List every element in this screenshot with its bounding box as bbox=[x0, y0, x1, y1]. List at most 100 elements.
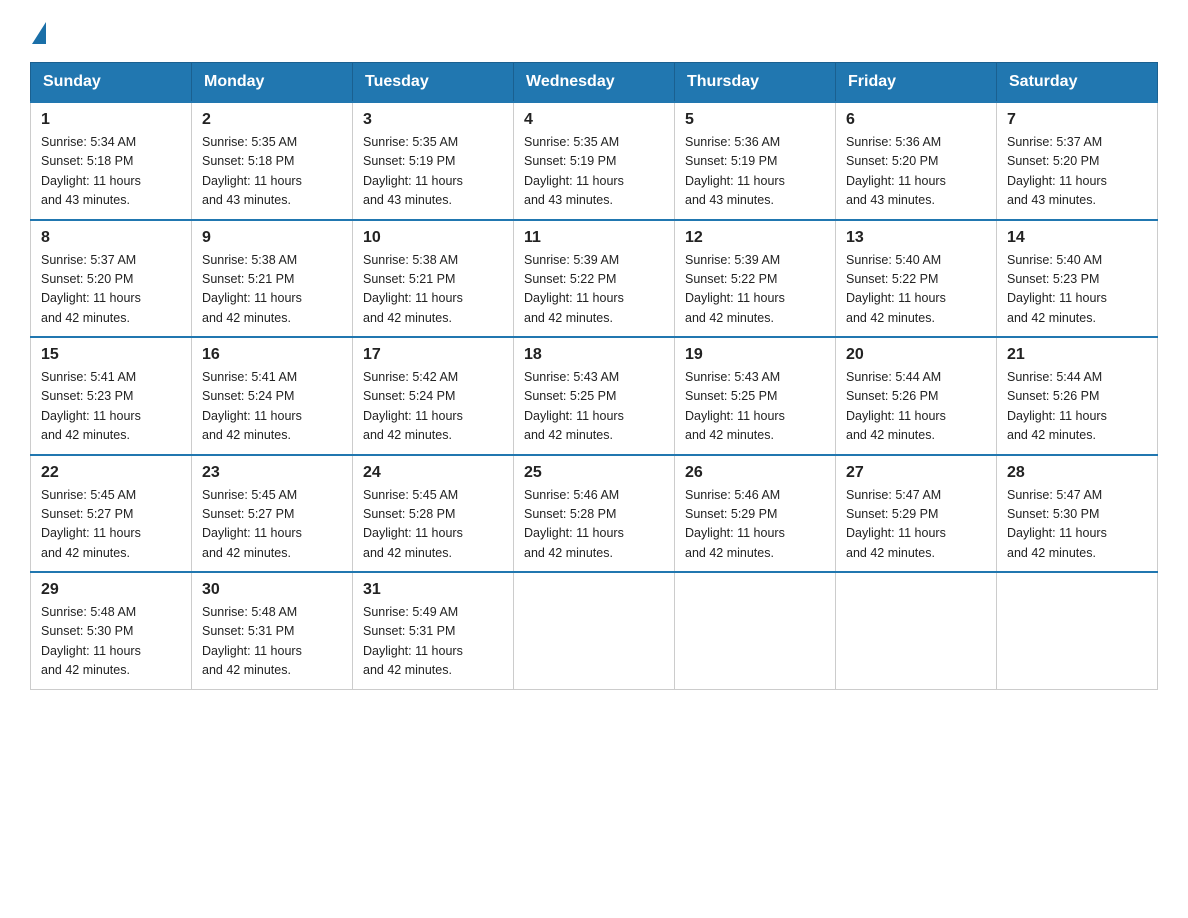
calendar-cell: 19 Sunrise: 5:43 AMSunset: 5:25 PMDayligh… bbox=[675, 337, 836, 455]
calendar-cell: 13Sunrise: 5:40 AMSunset: 5:22 PMDayligh… bbox=[836, 220, 997, 338]
day-number: 21 bbox=[1007, 346, 1147, 364]
day-info: Sunrise: 5:49 AMSunset: 5:31 PMDaylight:… bbox=[363, 603, 503, 681]
calendar-cell: 27 Sunrise: 5:47 AMSunset: 5:29 PMDayligh… bbox=[836, 455, 997, 573]
day-info: Sunrise: 5:44 AMSunset: 5:26 PMDaylight:… bbox=[846, 368, 986, 446]
week-row-1: 1 Sunrise: 5:34 AMSunset: 5:18 PMDaylight… bbox=[31, 102, 1158, 220]
calendar-cell: 11 Sunrise: 5:39 AMSunset: 5:22 PMDayligh… bbox=[514, 220, 675, 338]
day-number: 10 bbox=[363, 229, 503, 247]
column-header-thursday: Thursday bbox=[675, 63, 836, 103]
calendar-cell: 22Sunrise: 5:45 AMSunset: 5:27 PMDayligh… bbox=[31, 455, 192, 573]
day-number: 1 bbox=[41, 111, 181, 129]
calendar-cell: 7 Sunrise: 5:37 AMSunset: 5:20 PMDaylight… bbox=[997, 102, 1158, 220]
day-info: Sunrise: 5:47 AMSunset: 5:30 PMDaylight:… bbox=[1007, 486, 1147, 564]
calendar-cell: 20 Sunrise: 5:44 AMSunset: 5:26 PMDayligh… bbox=[836, 337, 997, 455]
day-info: Sunrise: 5:40 AMSunset: 5:23 PMDaylight:… bbox=[1007, 251, 1147, 329]
column-header-wednesday: Wednesday bbox=[514, 63, 675, 103]
column-header-tuesday: Tuesday bbox=[353, 63, 514, 103]
day-number: 25 bbox=[524, 464, 664, 482]
day-number: 20 bbox=[846, 346, 986, 364]
week-row-2: 8 Sunrise: 5:37 AMSunset: 5:20 PMDaylight… bbox=[31, 220, 1158, 338]
day-number: 2 bbox=[202, 111, 342, 129]
day-info: Sunrise: 5:43 AMSunset: 5:25 PMDaylight:… bbox=[685, 368, 825, 446]
calendar-cell: 31 Sunrise: 5:49 AMSunset: 5:31 PMDayligh… bbox=[353, 572, 514, 689]
calendar-cell: 18 Sunrise: 5:43 AMSunset: 5:25 PMDayligh… bbox=[514, 337, 675, 455]
calendar-table: SundayMondayTuesdayWednesdayThursdayFrid… bbox=[30, 62, 1158, 690]
day-number: 17 bbox=[363, 346, 503, 364]
calendar-cell: 8 Sunrise: 5:37 AMSunset: 5:20 PMDaylight… bbox=[31, 220, 192, 338]
calendar-cell: 1 Sunrise: 5:34 AMSunset: 5:18 PMDaylight… bbox=[31, 102, 192, 220]
day-number: 26 bbox=[685, 464, 825, 482]
week-row-3: 15 Sunrise: 5:41 AMSunset: 5:23 PMDayligh… bbox=[31, 337, 1158, 455]
day-info: Sunrise: 5:45 AMSunset: 5:27 PMDaylight:… bbox=[202, 486, 342, 564]
calendar-cell: 21 Sunrise: 5:44 AMSunset: 5:26 PMDayligh… bbox=[997, 337, 1158, 455]
day-info: Sunrise: 5:38 AMSunset: 5:21 PMDaylight:… bbox=[202, 251, 342, 329]
header-row: SundayMondayTuesdayWednesdayThursdayFrid… bbox=[31, 63, 1158, 103]
day-info: Sunrise: 5:48 AMSunset: 5:30 PMDaylight:… bbox=[41, 603, 181, 681]
day-number: 28 bbox=[1007, 464, 1147, 482]
day-number: 30 bbox=[202, 581, 342, 599]
calendar-cell: 9Sunrise: 5:38 AMSunset: 5:21 PMDaylight… bbox=[192, 220, 353, 338]
day-info: Sunrise: 5:35 AMSunset: 5:19 PMDaylight:… bbox=[363, 133, 503, 211]
calendar-cell: 2Sunrise: 5:35 AMSunset: 5:18 PMDaylight… bbox=[192, 102, 353, 220]
day-number: 24 bbox=[363, 464, 503, 482]
calendar-cell: 6 Sunrise: 5:36 AMSunset: 5:20 PMDaylight… bbox=[836, 102, 997, 220]
column-header-monday: Monday bbox=[192, 63, 353, 103]
day-info: Sunrise: 5:39 AMSunset: 5:22 PMDaylight:… bbox=[524, 251, 664, 329]
logo-triangle-icon bbox=[32, 22, 46, 44]
day-number: 11 bbox=[524, 229, 664, 247]
day-info: Sunrise: 5:46 AMSunset: 5:29 PMDaylight:… bbox=[685, 486, 825, 564]
day-number: 31 bbox=[363, 581, 503, 599]
day-number: 7 bbox=[1007, 111, 1147, 129]
day-number: 23 bbox=[202, 464, 342, 482]
calendar-cell bbox=[836, 572, 997, 689]
day-info: Sunrise: 5:34 AMSunset: 5:18 PMDaylight:… bbox=[41, 133, 181, 211]
calendar-cell: 23 Sunrise: 5:45 AMSunset: 5:27 PMDayligh… bbox=[192, 455, 353, 573]
calendar-cell: 28 Sunrise: 5:47 AMSunset: 5:30 PMDayligh… bbox=[997, 455, 1158, 573]
calendar-cell: 15 Sunrise: 5:41 AMSunset: 5:23 PMDayligh… bbox=[31, 337, 192, 455]
day-info: Sunrise: 5:40 AMSunset: 5:22 PMDaylight:… bbox=[846, 251, 986, 329]
day-info: Sunrise: 5:38 AMSunset: 5:21 PMDaylight:… bbox=[363, 251, 503, 329]
calendar-cell bbox=[675, 572, 836, 689]
logo bbox=[30, 20, 48, 42]
calendar-cell bbox=[514, 572, 675, 689]
day-info: Sunrise: 5:45 AMSunset: 5:28 PMDaylight:… bbox=[363, 486, 503, 564]
day-info: Sunrise: 5:36 AMSunset: 5:19 PMDaylight:… bbox=[685, 133, 825, 211]
day-info: Sunrise: 5:47 AMSunset: 5:29 PMDaylight:… bbox=[846, 486, 986, 564]
day-number: 15 bbox=[41, 346, 181, 364]
calendar-cell: 5Sunrise: 5:36 AMSunset: 5:19 PMDaylight… bbox=[675, 102, 836, 220]
day-number: 6 bbox=[846, 111, 986, 129]
page-header bbox=[30, 20, 1158, 42]
day-number: 29 bbox=[41, 581, 181, 599]
calendar-cell: 12 Sunrise: 5:39 AMSunset: 5:22 PMDayligh… bbox=[675, 220, 836, 338]
day-number: 4 bbox=[524, 111, 664, 129]
day-info: Sunrise: 5:41 AMSunset: 5:23 PMDaylight:… bbox=[41, 368, 181, 446]
day-number: 14 bbox=[1007, 229, 1147, 247]
day-info: Sunrise: 5:48 AMSunset: 5:31 PMDaylight:… bbox=[202, 603, 342, 681]
calendar-cell: 10 Sunrise: 5:38 AMSunset: 5:21 PMDayligh… bbox=[353, 220, 514, 338]
day-number: 12 bbox=[685, 229, 825, 247]
day-info: Sunrise: 5:37 AMSunset: 5:20 PMDaylight:… bbox=[1007, 133, 1147, 211]
day-number: 19 bbox=[685, 346, 825, 364]
day-info: Sunrise: 5:39 AMSunset: 5:22 PMDaylight:… bbox=[685, 251, 825, 329]
calendar-body: 1 Sunrise: 5:34 AMSunset: 5:18 PMDaylight… bbox=[31, 102, 1158, 689]
day-info: Sunrise: 5:44 AMSunset: 5:26 PMDaylight:… bbox=[1007, 368, 1147, 446]
calendar-cell: 30 Sunrise: 5:48 AMSunset: 5:31 PMDayligh… bbox=[192, 572, 353, 689]
column-header-saturday: Saturday bbox=[997, 63, 1158, 103]
day-number: 18 bbox=[524, 346, 664, 364]
day-info: Sunrise: 5:42 AMSunset: 5:24 PMDaylight:… bbox=[363, 368, 503, 446]
calendar-header: SundayMondayTuesdayWednesdayThursdayFrid… bbox=[31, 63, 1158, 103]
column-header-sunday: Sunday bbox=[31, 63, 192, 103]
day-info: Sunrise: 5:36 AMSunset: 5:20 PMDaylight:… bbox=[846, 133, 986, 211]
calendar-cell: 16Sunrise: 5:41 AMSunset: 5:24 PMDayligh… bbox=[192, 337, 353, 455]
day-number: 3 bbox=[363, 111, 503, 129]
day-info: Sunrise: 5:37 AMSunset: 5:20 PMDaylight:… bbox=[41, 251, 181, 329]
day-number: 8 bbox=[41, 229, 181, 247]
calendar-cell: 17 Sunrise: 5:42 AMSunset: 5:24 PMDayligh… bbox=[353, 337, 514, 455]
calendar-cell: 14 Sunrise: 5:40 AMSunset: 5:23 PMDayligh… bbox=[997, 220, 1158, 338]
day-number: 27 bbox=[846, 464, 986, 482]
calendar-cell: 25Sunrise: 5:46 AMSunset: 5:28 PMDayligh… bbox=[514, 455, 675, 573]
week-row-4: 22Sunrise: 5:45 AMSunset: 5:27 PMDayligh… bbox=[31, 455, 1158, 573]
day-number: 16 bbox=[202, 346, 342, 364]
calendar-cell bbox=[997, 572, 1158, 689]
day-info: Sunrise: 5:43 AMSunset: 5:25 PMDaylight:… bbox=[524, 368, 664, 446]
